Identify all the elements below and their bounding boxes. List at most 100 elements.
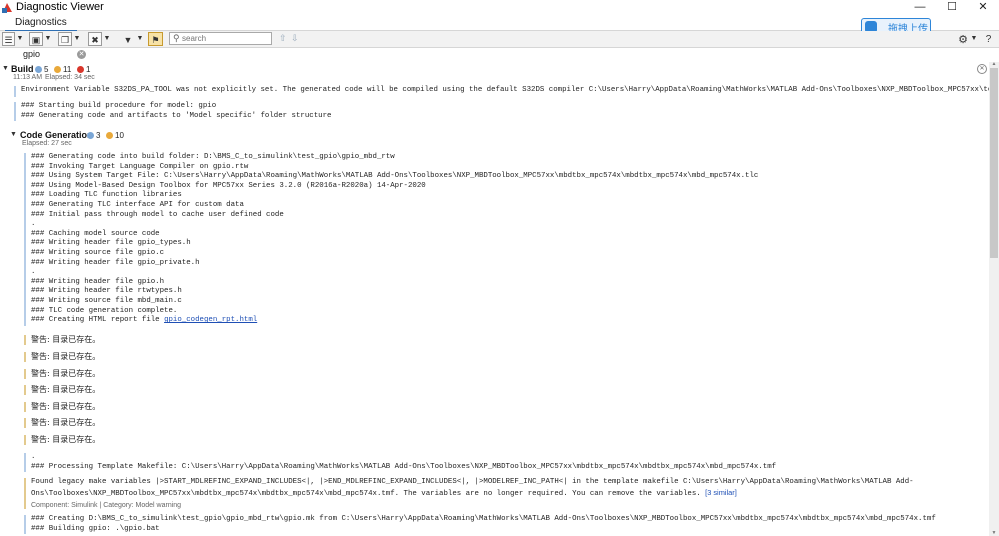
info-count-badge: 5 — [35, 65, 48, 74]
log-line: ### Writing source file gpio.c — [31, 248, 165, 257]
diagnostic-viewer-icon — [2, 3, 12, 13]
directory-warning: 警告: 目录已存在。 — [24, 402, 100, 412]
log-line: ### Caching model source code — [31, 229, 160, 238]
warning-count-badge: 10 — [106, 131, 124, 140]
log-line: ### Generating code into build folder: D… — [31, 153, 395, 161]
log-line-prefix: ### Creating HTML report file — [31, 316, 165, 325]
filter-tab-gpio[interactable]: gpio — [23, 49, 40, 59]
build-message-start: ### Starting build procedure for model: … — [14, 102, 332, 122]
error-count-badge: 1 — [77, 65, 90, 74]
log-line: ### Invoking Target Language Compiler on… — [31, 162, 249, 171]
log-line: ### Processing Template Makefile: C:\Use… — [31, 462, 777, 471]
codegen-message-build: ### Generating code into build folder: D… — [24, 153, 758, 326]
help-icon[interactable]: ? — [982, 32, 995, 46]
warning-text: 警告: 目录已存在。 — [31, 435, 101, 444]
info-icon — [35, 66, 42, 73]
vertical-scrollbar[interactable]: ▲ ▼ — [989, 62, 999, 536]
collapse-caret-icon[interactable]: ▼ — [10, 131, 17, 138]
directory-warning: 警告: 目录已存在。 — [24, 385, 100, 395]
log-line: ### Generating TLC interface API for cus… — [31, 200, 244, 209]
info-count: 3 — [96, 131, 101, 140]
close-icon[interactable]: ✕ — [77, 50, 86, 59]
warning-count: 10 — [115, 131, 124, 140]
log-line-text: Ons\Toolboxes\NXP_MBDToolbox_MPC57xx\mbd… — [31, 489, 706, 498]
maximize-button[interactable]: ☐ — [937, 0, 967, 15]
log-line: Found legacy make variables |>START_MDLR… — [31, 478, 914, 486]
warning-icon — [54, 66, 61, 73]
log-line: ### Using Model-Based Design Toolbox for… — [31, 181, 426, 190]
save-icon[interactable]: ▣ — [29, 32, 43, 46]
warning-text: 警告: 目录已存在。 — [31, 369, 101, 378]
toolbar: ☰ ▼ ▣ ▼ ❐ ▼ ✖ ▼ ▼ ▼ ⚑ ⚲ ⇧ ⇩ ⚙ ▼ ? — [0, 31, 999, 48]
warning-text: 警告: 目录已存在。 — [31, 335, 101, 344]
codegen-message-makefile: ### Creating D:\BMS_C_to_simulink\test_g… — [24, 515, 936, 535]
similar-link[interactable]: [3 similar] — [705, 488, 737, 497]
search-icon: ⚲ — [173, 33, 180, 43]
log-line: Environment Variable S32DS_PA_TOOL was n… — [21, 86, 989, 94]
log-line: ### TLC code generation complete. — [31, 306, 178, 315]
chevron-down-icon[interactable]: ▼ — [44, 32, 52, 46]
tab-strip: Diagnostics 拖拽上传 — [0, 15, 999, 36]
clear-icon[interactable]: ✖ — [88, 32, 102, 46]
build-title[interactable]: Build — [11, 64, 34, 74]
log-line: ### Writing header file rtwtypes.h — [31, 287, 182, 296]
warning-count: 11 — [63, 65, 72, 74]
minimize-button[interactable]: — — [905, 0, 935, 15]
codegen-report-link[interactable]: gpio_codegen_rpt.html — [164, 316, 257, 324]
directory-warning: 警告: 目录已存在。 — [24, 418, 100, 428]
arrow-down-icon[interactable]: ⇩ — [291, 33, 299, 44]
chevron-down-icon[interactable]: ▼ — [16, 32, 24, 46]
log-line: ### Starting build procedure for model: … — [21, 102, 217, 110]
log-line: Ons\Toolboxes\NXP_MBDToolbox_MPC57xx\mbd… — [31, 488, 914, 500]
scroll-down-icon[interactable]: ▼ — [989, 531, 999, 536]
directory-warning: 警告: 目录已存在。 — [24, 435, 100, 445]
chevron-down-icon[interactable]: ▼ — [970, 32, 978, 46]
warning-text: 警告: 目录已存在。 — [31, 385, 101, 394]
chevron-down-icon[interactable]: ▼ — [73, 32, 81, 46]
directory-warning: 警告: 目录已存在。 — [24, 369, 100, 379]
log-line: ### Initial pass through model to cache … — [31, 210, 284, 219]
scrollbar-thumb[interactable] — [990, 68, 998, 258]
scroll-up-icon[interactable]: ▲ — [989, 62, 999, 67]
view-list-icon[interactable]: ☰ — [2, 32, 15, 46]
log-line: ### Generating code and artifacts to 'Mo… — [21, 111, 332, 120]
log-line: . — [31, 268, 36, 277]
log-line: . — [31, 453, 36, 461]
warning-text: 警告: 目录已存在。 — [31, 352, 101, 361]
search-box: ⚲ — [169, 32, 272, 45]
build-elapsed: Elapsed: 34 sec — [45, 74, 95, 81]
warning-text: 警告: 目录已存在。 — [31, 418, 101, 427]
log-line: ### Creating D:\BMS_C_to_simulink\test_g… — [31, 515, 936, 523]
log-line: ### Writing header file gpio_private.h — [31, 258, 200, 267]
build-time: 11:13 AM — [13, 74, 43, 81]
log-line: ### Loading TLC function libraries — [31, 191, 182, 200]
settings-gear-icon[interactable]: ⚙ — [957, 32, 969, 46]
close-icon[interactable]: ✕ — [977, 64, 987, 74]
code-generation-title[interactable]: Code Generation — [20, 130, 93, 140]
directory-warning: 警告: 目录已存在。 — [24, 352, 100, 362]
tab-diagnostics[interactable]: Diagnostics — [5, 15, 77, 32]
close-button[interactable]: ✕ — [968, 0, 998, 15]
arrow-up-icon[interactable]: ⇧ — [279, 33, 287, 44]
title-bar: Diagnostic Viewer — ☐ ✕ — [0, 0, 999, 15]
diagnostic-log: ▼ Build 5 11 1 ✕ 11:13 AM Elapsed: 34 se… — [0, 62, 989, 536]
warning-component: Component: Simulink | Category: Model wa… — [31, 502, 182, 510]
collapse-caret-icon[interactable]: ▼ — [2, 65, 9, 72]
chevron-down-icon[interactable]: ▼ — [136, 32, 144, 46]
warning-count-badge: 11 — [54, 65, 71, 74]
filter-icon[interactable]: ▼ — [121, 32, 135, 46]
codegen-elapsed: Elapsed: 27 sec — [22, 140, 72, 147]
legacy-make-warning: Found legacy make variables |>START_MDLR… — [24, 478, 914, 510]
search-input[interactable] — [182, 33, 270, 44]
codegen-message-template: . ### Processing Template Makefile: C:\U… — [24, 453, 777, 473]
group-icon[interactable]: ⚑ — [148, 32, 163, 46]
copy-icon[interactable]: ❐ — [58, 32, 72, 46]
info-count-badge: 3 — [87, 131, 100, 140]
chevron-down-icon[interactable]: ▼ — [103, 32, 111, 46]
log-line: ### Using System Target File: C:\Users\H… — [31, 172, 759, 181]
log-line: ### Writing header file gpio_types.h — [31, 239, 191, 248]
log-line: ### Creating HTML report file gpio_codeg… — [31, 316, 758, 326]
log-line: ### Writing header file gpio.h — [31, 277, 165, 286]
warning-icon — [106, 132, 113, 139]
log-line: . — [31, 220, 36, 229]
